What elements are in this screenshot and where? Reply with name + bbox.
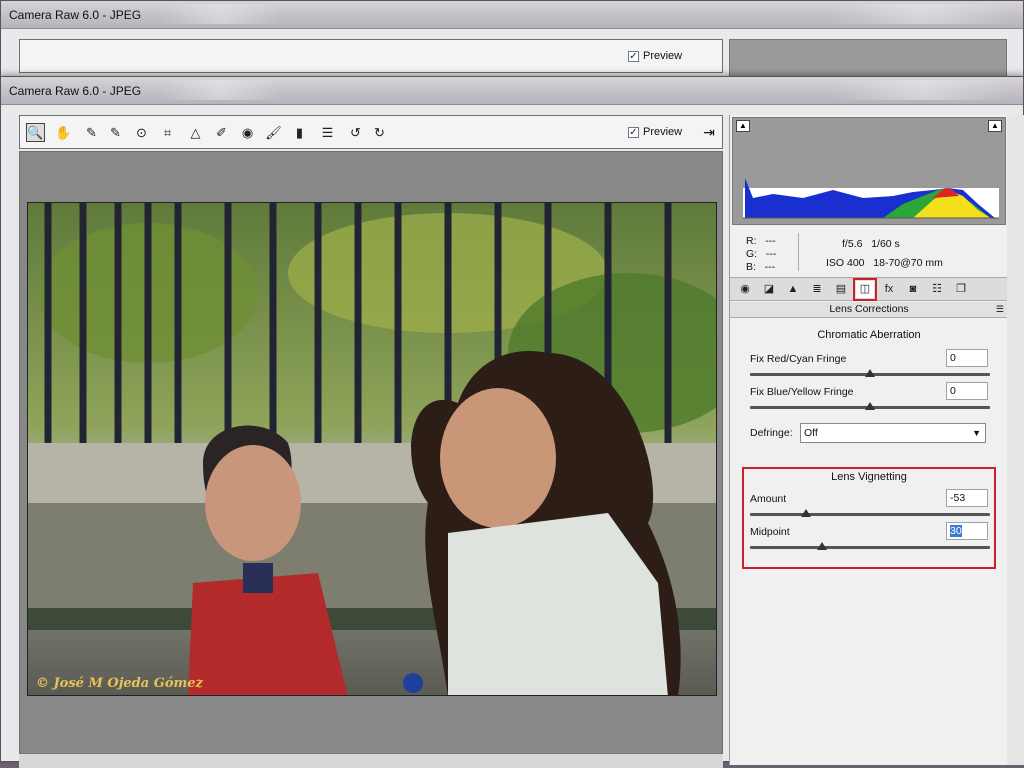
titlebar-glass-reflection — [831, 80, 1011, 100]
tab-split-toning-icon[interactable]: ▤ — [832, 281, 850, 298]
titlebar-glass-reflection — [161, 80, 281, 100]
lens-corrections-header: Lens Corrections ☰ — [730, 302, 1008, 318]
adjustment-brush-icon[interactable]: 🖌 — [264, 123, 283, 142]
red-cyan-fringe-slider-thumb[interactable] — [865, 369, 875, 377]
defringe-select[interactable]: Off ▼ — [800, 423, 986, 443]
photo-preview[interactable]: © José M Ojeda Gómez — [27, 202, 717, 696]
red-cyan-fringe-label: Fix Red/Cyan Fringe — [750, 353, 847, 365]
fullscreen-icon[interactable]: ⇥ — [700, 123, 718, 141]
zoom-tool-icon[interactable]: 🔍 — [26, 123, 45, 142]
blue-yellow-fringe-label: Fix Blue/Yellow Fringe — [750, 386, 854, 398]
tab-basic-icon[interactable]: ◉ — [736, 281, 754, 298]
blue-readout: B: --- — [746, 261, 776, 273]
vignetting-midpoint-slider-thumb[interactable] — [817, 542, 827, 550]
red-eye-removal-tool-icon[interactable]: ◉ — [238, 123, 257, 142]
chromatic-aberration-heading: Chromatic Aberration — [817, 329, 921, 341]
preferences-icon[interactable]: ☰ — [318, 123, 337, 142]
vignetting-midpoint-slider-track[interactable] — [750, 546, 990, 549]
graduated-filter-icon[interactable]: ▮ — [290, 123, 309, 142]
vignetting-amount-slider-thumb[interactable] — [801, 509, 812, 517]
vignetting-midpoint-input[interactable]: 30 — [946, 522, 988, 540]
bottom-status-strip — [19, 753, 723, 768]
background-preview-toggle[interactable]: ✓ Preview — [628, 50, 682, 62]
image-canvas[interactable]: © José M Ojeda Gómez — [19, 151, 723, 757]
preview-label: Preview — [643, 126, 683, 138]
photo-image — [28, 203, 716, 695]
crop-tool-icon[interactable]: ⌗ — [158, 123, 177, 142]
preview-checkbox[interactable]: ✓ — [628, 126, 639, 138]
readout-panel: R: --- G: --- B: --- f/5.6 1/60 s ISO 40… — [732, 227, 1006, 277]
tab-hsl-icon[interactable]: ≣ — [808, 281, 826, 298]
background-window-titlebar: Camera Raw 6.0 - JPEG — [1, 1, 1023, 29]
lens-vignetting-heading: Lens Vignetting — [831, 471, 907, 483]
defringe-label: Defringe: — [750, 427, 793, 439]
rotate-right-icon[interactable]: ↻ — [370, 123, 389, 142]
panel-scrollbar[interactable] — [1007, 115, 1024, 765]
tab-camera-calibration-icon[interactable]: ◙ — [904, 281, 922, 298]
background-toolbar: ✓ Preview — [19, 39, 723, 73]
rotate-left-icon[interactable]: ↺ — [346, 123, 365, 142]
blue-yellow-fringe-input[interactable]: 0 — [946, 382, 988, 400]
background-preview-label: Preview — [643, 50, 683, 62]
shutter-speed: 1/60 s — [871, 238, 900, 250]
straighten-tool-icon[interactable]: △ — [186, 123, 205, 142]
defringe-selected-value: Off — [804, 427, 818, 439]
color-sampler-tool-icon[interactable]: ✎ — [106, 123, 125, 142]
lens-corrections-title: Lens Corrections — [829, 303, 909, 315]
red-readout: R: --- — [746, 235, 776, 247]
tab-detail-icon[interactable]: ▲ — [784, 281, 802, 298]
spot-removal-tool-icon[interactable]: ✐ — [212, 123, 231, 142]
panel-tab-strip: ◉ ◪ ▲ ≣ ▤ ◫ fx ◙ ☷ ❐ — [730, 277, 1008, 301]
adjustments-panel: ▲ ▲ R: --- G: --- B: --- f/5.6 1/60 s IS… — [729, 115, 1008, 765]
vignetting-midpoint-label: Midpoint — [750, 526, 790, 538]
red-cyan-fringe-input[interactable]: 0 — [946, 349, 988, 367]
hand-tool-icon[interactable]: ✋ — [54, 123, 73, 142]
white-balance-tool-icon[interactable]: ✎ — [82, 123, 101, 142]
titlebar-glass-reflection — [831, 4, 1011, 24]
highlight-clipping-warning-icon[interactable]: ▲ — [988, 120, 1002, 132]
blue-yellow-fringe-slider-thumb[interactable] — [865, 402, 875, 410]
tab-tone-curve-icon[interactable]: ◪ — [760, 281, 778, 298]
preview-toggle[interactable]: ✓ Preview — [628, 126, 682, 138]
tab-lens-corrections-icon[interactable]: ◫ — [853, 278, 877, 301]
histogram: ▲ ▲ — [732, 117, 1006, 225]
histogram-graph — [743, 178, 999, 219]
targeted-adjustment-tool-icon[interactable]: ⊙ — [132, 123, 151, 142]
window-titlebar: Camera Raw 6.0 - JPEG — [1, 77, 1023, 105]
toolbar: ✓ Preview ⇥ 🔍 ✋ ✎ ✎ ⊙ ⌗ △ ✐ ◉ 🖌 ▮ ☰ ↺ ↻ — [19, 115, 723, 149]
background-preview-checkbox[interactable]: ✓ — [628, 50, 639, 62]
titlebar-glass-reflection — [161, 4, 281, 24]
photo-watermark: © José M Ojeda Gómez — [36, 676, 203, 691]
window-title: Camera Raw 6.0 - JPEG — [9, 84, 142, 98]
tab-presets-icon[interactable]: ☷ — [928, 281, 946, 298]
vignetting-amount-input[interactable]: -53 — [946, 489, 988, 507]
aperture: f/5.6 — [842, 238, 863, 250]
shadow-clipping-warning-icon[interactable]: ▲ — [736, 120, 750, 132]
green-readout: G: --- — [746, 248, 777, 260]
vignetting-amount-label: Amount — [750, 493, 787, 505]
lens-info: 18-70@70 mm — [873, 257, 943, 269]
tab-effects-icon[interactable]: fx — [880, 281, 898, 298]
readout-divider — [798, 233, 799, 271]
camera-raw-window: Camera Raw 6.0 - JPEG ✓ Preview ⇥ 🔍 ✋ ✎ ✎ ⊙ ⌗… — [0, 76, 1024, 768]
iso: ISO 400 — [826, 257, 865, 269]
tab-snapshots-icon[interactable]: ❐ — [952, 281, 970, 298]
panel-menu-icon[interactable]: ☰ — [996, 302, 1004, 317]
chevron-down-icon: ▼ — [972, 428, 981, 438]
background-window-title: Camera Raw 6.0 - JPEG — [9, 8, 142, 22]
vignetting-amount-slider-track[interactable] — [750, 513, 990, 516]
